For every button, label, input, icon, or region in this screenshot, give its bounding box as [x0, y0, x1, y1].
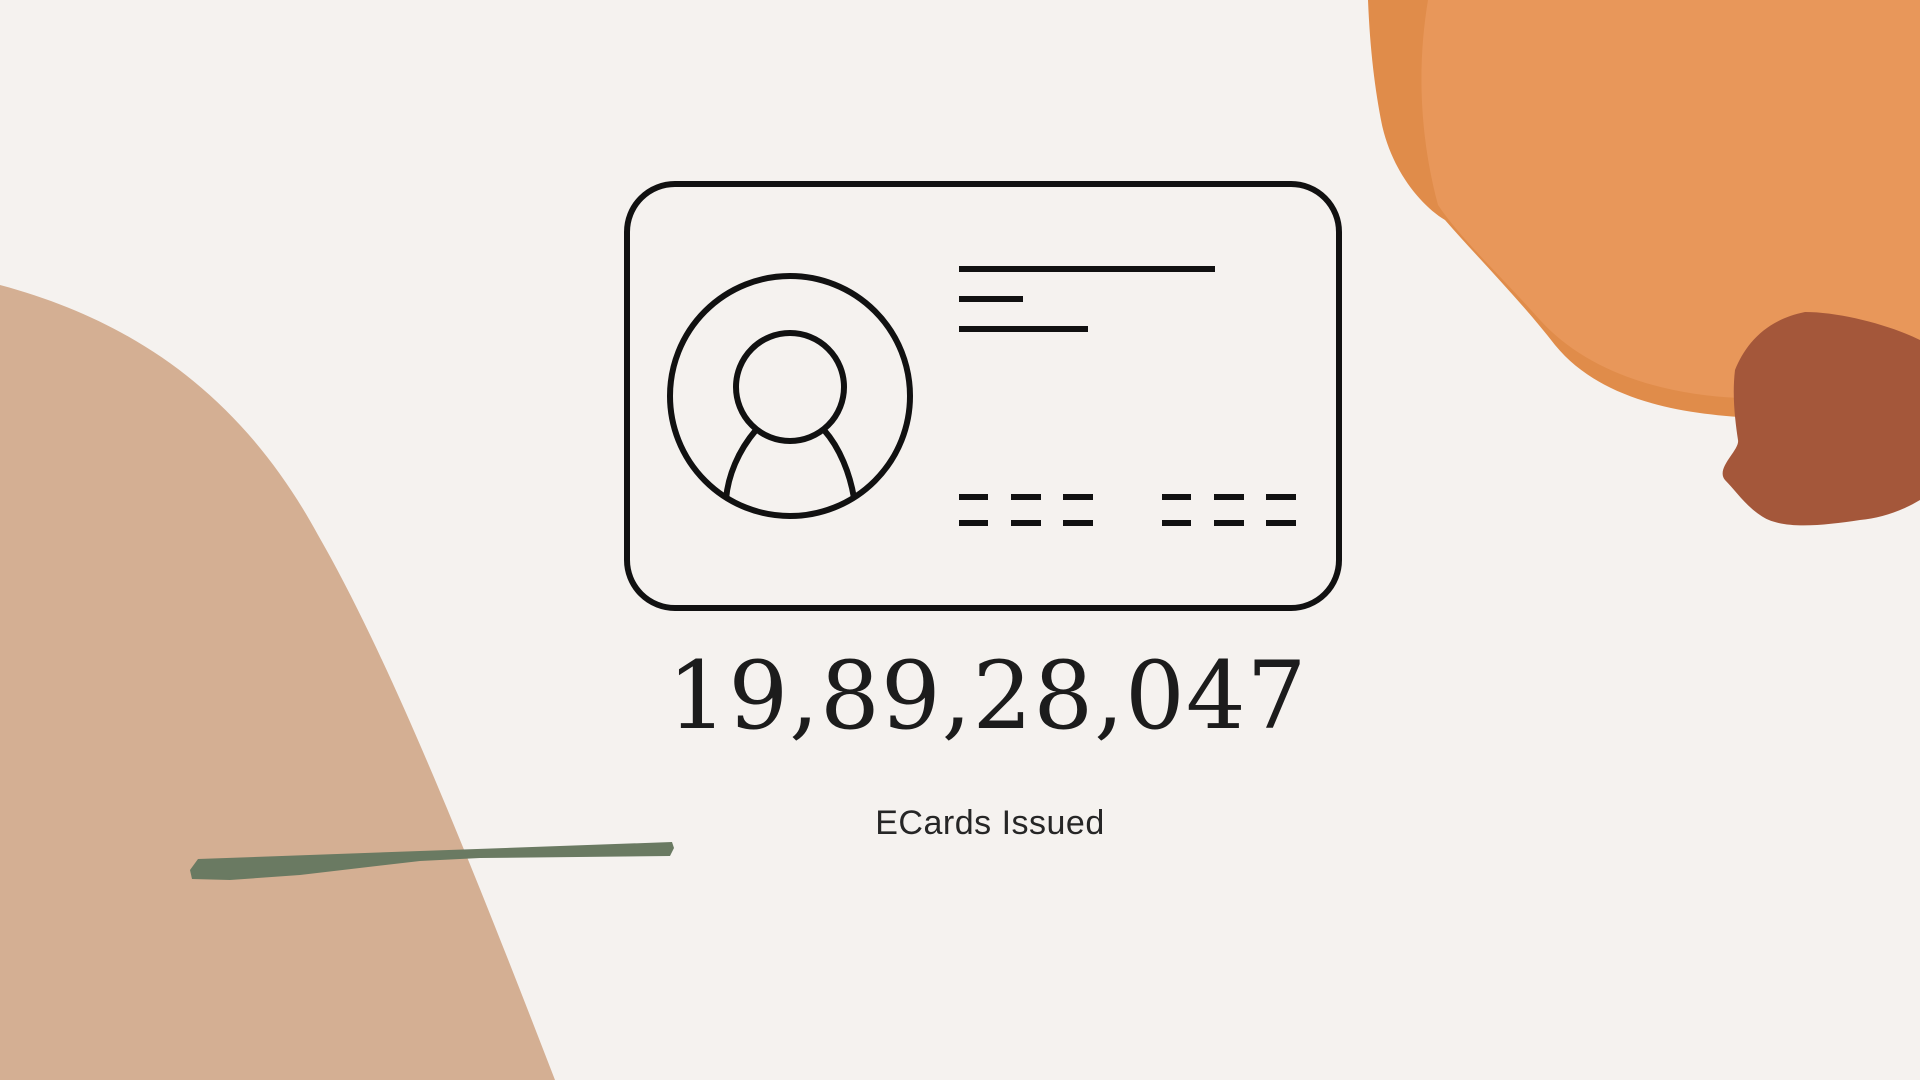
slide: 19,89,28,047 ECards Issued — [0, 0, 1920, 1080]
rust-blob-shape — [1722, 312, 1920, 526]
id-card-icon — [624, 181, 1342, 611]
stat-value: 19,89,28,047 — [667, 642, 1308, 751]
card-number-dashes — [959, 494, 1296, 526]
avatar-shoulders-right — [821, 428, 857, 499]
avatar-head — [733, 330, 847, 444]
avatar-circle — [667, 273, 913, 519]
stat-label: ECards Issued — [875, 804, 1105, 842]
avatar-shoulders — [723, 428, 759, 500]
